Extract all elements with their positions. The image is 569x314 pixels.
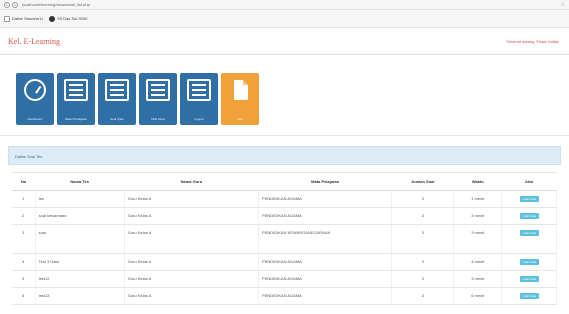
cell-no: 5 bbox=[12, 270, 36, 288]
page-icon bbox=[4, 15, 10, 22]
tile-materi[interactable]: Materi Pelajaran bbox=[57, 73, 95, 125]
cell-guru: Guru Kelas A bbox=[124, 287, 260, 305]
cell-jumlah: 3 bbox=[391, 190, 455, 208]
list-icon bbox=[146, 79, 170, 101]
menu-tiles: Dashboard Materi Pelajaran Soal Ujian Ni… bbox=[0, 56, 569, 136]
tile-label: Nilai Saya bbox=[151, 117, 165, 121]
cell-jumlah: 3 bbox=[391, 287, 455, 305]
cell-guru: Guru Kelas A bbox=[124, 207, 260, 225]
url-field[interactable]: localhost/elearning/siswa/soal_list.php bbox=[20, 2, 561, 7]
cell-waktu: 3 menit bbox=[453, 270, 503, 288]
tile-label: Soal bbox=[236, 117, 243, 121]
tile-nilai[interactable]: Nilai Saya bbox=[139, 73, 177, 125]
lihat-soal-button[interactable]: Lihat Soal bbox=[519, 276, 539, 282]
address-bar: i • localhost/elearning/siswa/soal_list.… bbox=[0, 0, 569, 10]
cell-waktu: 6 menit bbox=[453, 287, 503, 305]
bookmark-item[interactable]: Daftar Siswa/m11 bbox=[4, 15, 44, 22]
lihat-soal-button[interactable]: Lihat Soal bbox=[519, 213, 539, 219]
cell-mapel: PENDIDIKAN AGAMA bbox=[258, 287, 393, 305]
bookmark-label: S9 Das Sul 9000 bbox=[57, 16, 88, 21]
cell-jumlah: 3 bbox=[391, 270, 455, 288]
table-row: 5 test12 Guru Kelas A PENDIDIKAN AGAMA 3… bbox=[12, 270, 557, 288]
table-row: 1 tes Guru Kelas A PENDIDIKAN AGAMA 3 1 … bbox=[12, 190, 557, 208]
document-icon bbox=[234, 80, 248, 100]
tile-label: Soal Ujian bbox=[110, 117, 124, 121]
lihat-soal-button[interactable]: Lihat Soal bbox=[519, 230, 539, 236]
cell-guru: Guru Kelas A bbox=[124, 253, 260, 271]
table-row: 3 soal Guru Kelas A PENDIDIKAN KEWARGANE… bbox=[12, 224, 557, 254]
lihat-soal-button[interactable]: Lihat Soal bbox=[519, 196, 539, 202]
col-mata-pelajaran: Mata Pelajaran bbox=[258, 172, 392, 191]
cell-nama: soal bbox=[35, 224, 125, 254]
cell-mapel: PENDIDIKAN AGAMA bbox=[258, 190, 393, 208]
cell-nama: tes bbox=[35, 190, 125, 208]
cell-mapel: PENDIDIKAN AGAMA bbox=[258, 207, 393, 225]
cell-waktu: 4 menit bbox=[453, 253, 503, 271]
list-title: Daftar Soal Tes bbox=[15, 154, 43, 159]
brand-title[interactable]: Kel. E-Learning bbox=[8, 37, 60, 46]
list-icon bbox=[187, 79, 211, 101]
cell-mapel: PENDIDIKAN AGAMA bbox=[258, 253, 393, 271]
col-no: No bbox=[12, 172, 36, 191]
list-icon bbox=[64, 79, 88, 101]
secure-icon: • bbox=[12, 1, 18, 8]
cell-no: 4 bbox=[12, 253, 36, 271]
user-link[interactable]: Selamat datang, Fhaal Hafidz bbox=[506, 39, 559, 44]
col-jumlah-soal: Jumlah Soal bbox=[391, 172, 454, 191]
gauge-icon bbox=[24, 79, 46, 101]
col-nama-guru: Nama Guru bbox=[124, 172, 259, 191]
cell-aksi: Lihat Soal bbox=[501, 190, 557, 208]
tile-logout[interactable]: Logout bbox=[180, 73, 218, 125]
cell-waktu: 3 menit bbox=[453, 207, 503, 225]
table-row: 2 soal kewarnaan Guru Kelas A PENDIDIKAN… bbox=[12, 207, 557, 225]
col-waktu: Waktu bbox=[453, 172, 502, 191]
cell-no: 2 bbox=[12, 207, 36, 225]
cell-mapel: PENDIDIKAN AGAMA bbox=[258, 270, 393, 288]
cell-no: 6 bbox=[12, 287, 36, 305]
cell-mapel: PENDIDIKAN KEWARGANEGARAAN bbox=[258, 224, 393, 254]
cell-jumlah: 3 bbox=[391, 253, 455, 271]
info-icon[interactable]: i bbox=[4, 1, 10, 8]
cell-guru: Guru Kelas A bbox=[124, 270, 260, 288]
cell-no: 3 bbox=[12, 224, 36, 254]
bookmark-item[interactable]: S9 Das Sul 9000 bbox=[49, 15, 88, 22]
table-header-row: No Nama Tes Nama Guru Mata Pelajaran Jum… bbox=[12, 172, 557, 191]
lihat-soal-button[interactable]: Lihat Soal bbox=[519, 259, 539, 265]
table-row: 4 Test 3 Data Guru Kelas A PENDIDIKAN AG… bbox=[12, 253, 557, 271]
bookmark-label: Daftar Siswa/m11 bbox=[12, 16, 44, 21]
cell-aksi: Lihat Soal bbox=[501, 224, 557, 254]
tile-soal-ujian[interactable]: Soal Ujian bbox=[98, 73, 136, 125]
cell-no: 1 bbox=[12, 190, 36, 208]
cell-aksi: Lihat Soal bbox=[501, 270, 557, 288]
app-header: Kel. E-Learning Selamat datang, Fhaal Ha… bbox=[0, 29, 569, 55]
cell-aksi: Lihat Soal bbox=[501, 287, 557, 305]
star-icon[interactable]: ☆ bbox=[561, 2, 565, 8]
cell-waktu: 3 menit bbox=[453, 224, 503, 254]
col-aksi: Aksi bbox=[501, 172, 557, 191]
tile-label: Materi Pelajaran bbox=[65, 117, 87, 121]
cell-nama: test12 bbox=[35, 270, 125, 288]
tile-dashboard[interactable]: Dashboard bbox=[16, 73, 54, 125]
tile-label: Logout bbox=[194, 117, 204, 121]
table-row: 6 test13 Guru Kelas A PENDIDIKAN AGAMA 3… bbox=[12, 287, 557, 305]
cell-guru: Guru Kelas A bbox=[124, 190, 260, 208]
cell-aksi: Lihat Soal bbox=[501, 253, 557, 271]
cell-nama: test13 bbox=[35, 287, 125, 305]
test-table: No Nama Tes Nama Guru Mata Pelajaran Jum… bbox=[12, 172, 557, 305]
tile-label: Dashboard bbox=[27, 117, 43, 121]
list-icon bbox=[105, 79, 129, 101]
cell-nama: Test 3 Data bbox=[35, 253, 125, 271]
list-panel-heading: Daftar Soal Tes bbox=[8, 146, 561, 165]
cell-nama: soal kewarnaan bbox=[35, 207, 125, 225]
cell-aksi: Lihat Soal bbox=[501, 207, 557, 225]
bookmarks-bar: Daftar Siswa/m11 S9 Das Sul 9000 bbox=[0, 10, 569, 28]
cell-guru: Guru Kelas A bbox=[124, 224, 260, 254]
tile-soal[interactable]: Soal bbox=[221, 73, 259, 125]
globe-icon bbox=[49, 15, 56, 22]
col-nama-tes: Nama Tes bbox=[35, 172, 125, 191]
lihat-soal-button[interactable]: Lihat Soal bbox=[519, 293, 539, 299]
cell-waktu: 1 menit bbox=[453, 190, 503, 208]
cell-jumlah: 3 bbox=[391, 207, 455, 225]
cell-jumlah: 3 bbox=[391, 224, 455, 254]
